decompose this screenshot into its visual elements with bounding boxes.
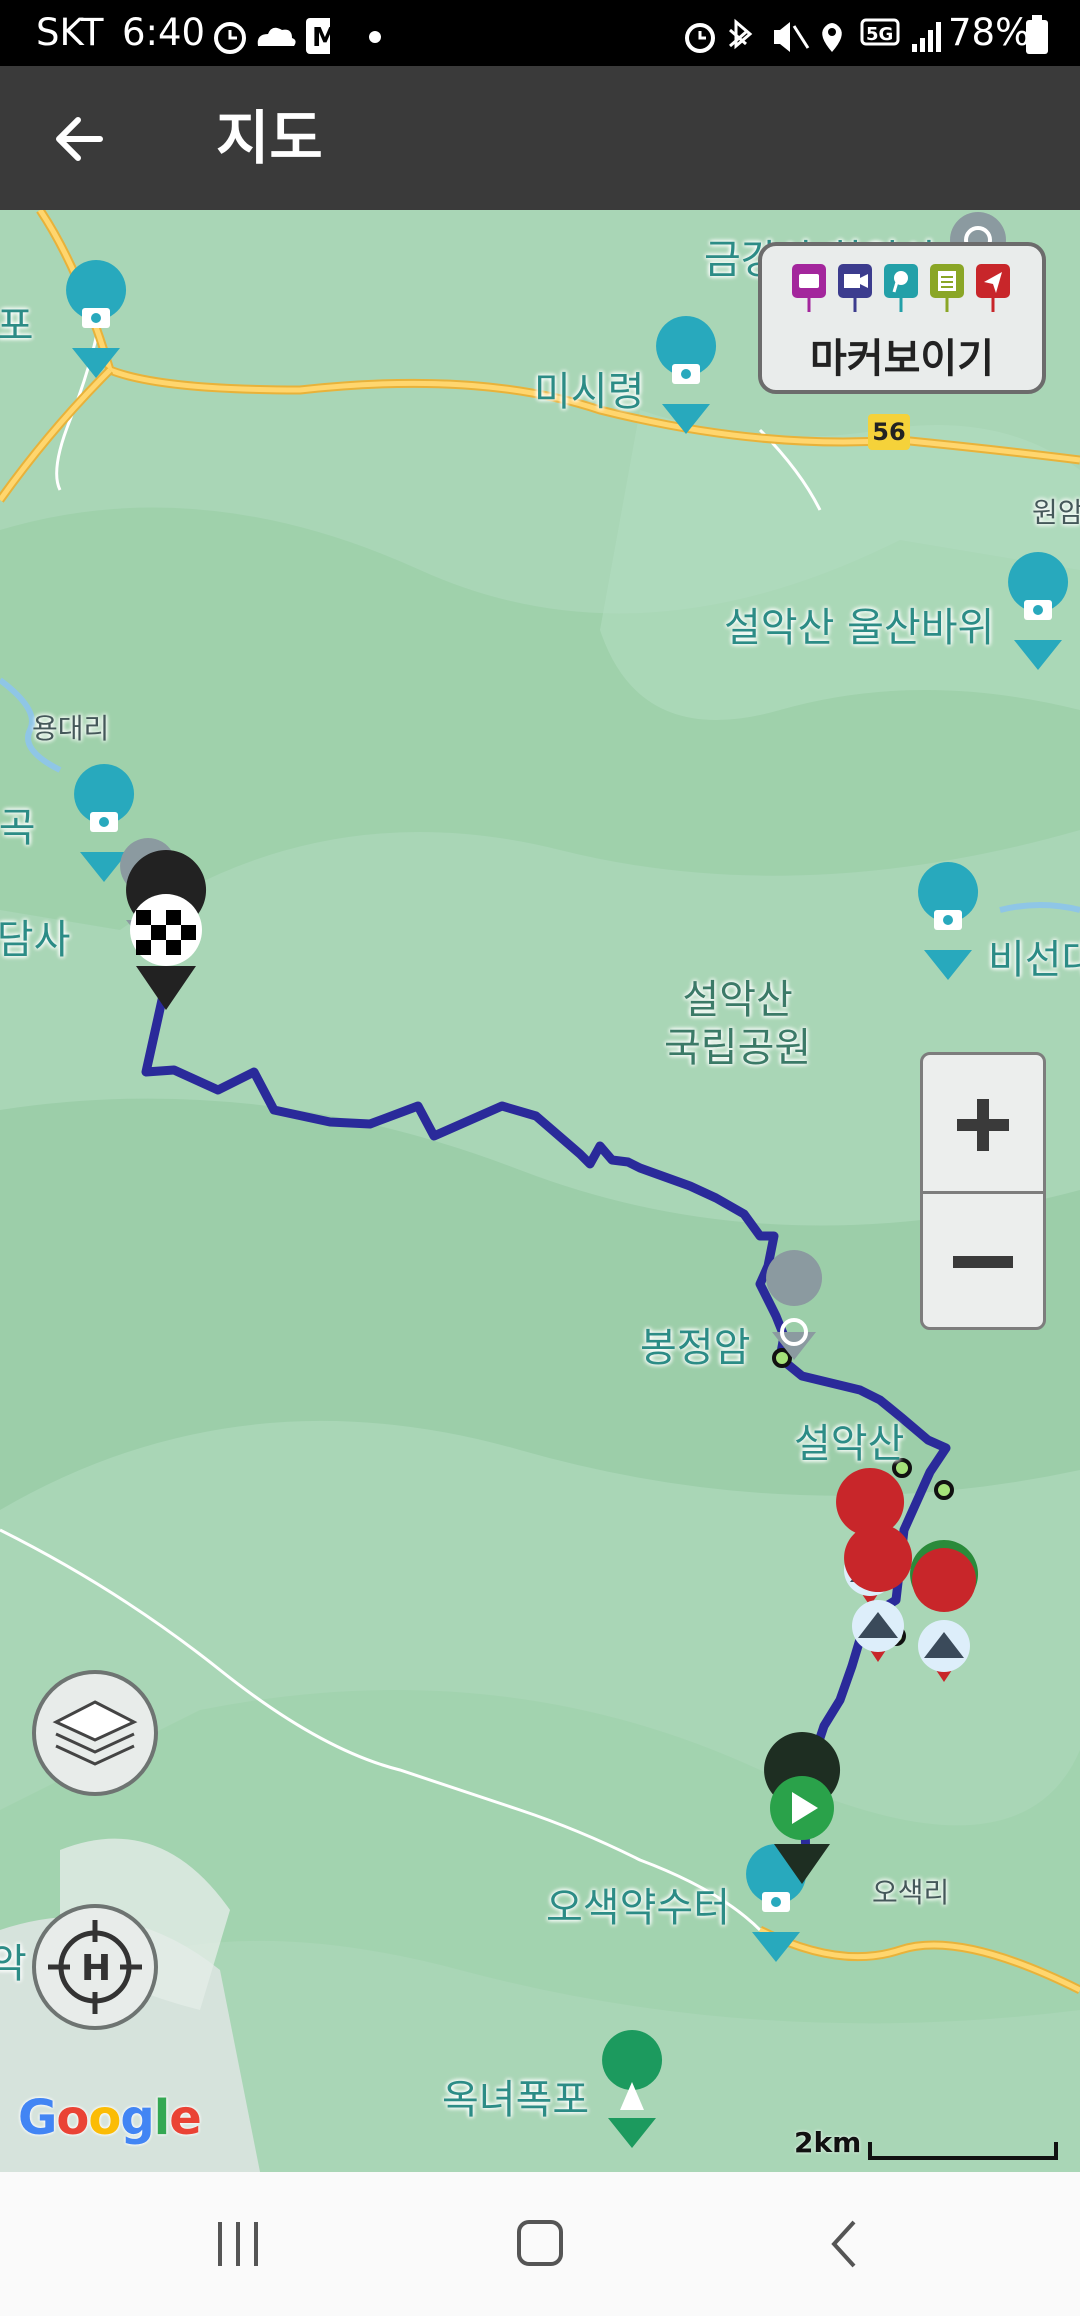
place-misiryeong: 미시령 (534, 369, 645, 415)
marker-type-icons (792, 264, 1010, 312)
clock: 6:40 (122, 11, 206, 54)
pin-icon (884, 264, 918, 312)
back-button[interactable] (40, 102, 130, 176)
arrow-left-icon (56, 117, 103, 161)
note-icon (930, 264, 964, 312)
place-ulsanbawi: 설악산 울산바위 (724, 605, 995, 651)
recent-apps-icon (218, 2222, 258, 2266)
google-logo: Google (18, 2090, 202, 2146)
scale-label: 2km (794, 2126, 862, 2159)
app-bar: 지도 (0, 66, 1080, 210)
page-title: 지도 (216, 104, 323, 172)
status-left-icons: M (214, 18, 330, 54)
road-shield-56: 56 (868, 414, 910, 450)
show-markers-button[interactable]: 마커보이기 (758, 242, 1046, 394)
svg-text:M: M (312, 23, 330, 53)
place-bisun: 비선대 (988, 937, 1080, 983)
svg-text:5G: 5G (866, 24, 893, 45)
system-nav-bar (0, 2172, 1080, 2316)
place-wonam: 원암 (1032, 496, 1080, 529)
plus-icon (957, 1099, 1009, 1151)
home-button[interactable] (480, 2192, 600, 2296)
status-right-icons: 5G (685, 18, 941, 53)
waypoint-dot[interactable] (934, 1480, 954, 1500)
zoom-in-button[interactable] (923, 1055, 1043, 1194)
arrow-icon (976, 264, 1010, 312)
zoom-out-button[interactable] (923, 1194, 1043, 1330)
place-gyegok: 계곡 (0, 805, 36, 851)
map-view[interactable]: 56 금강사 화암사 미시령 원암 설악산 울산바위 폭포 용대리 계곡 백담사… (0, 210, 1080, 2172)
carrier-label: SKT (36, 11, 104, 54)
place-osaek-yaksu: 오색약수터 (546, 1885, 730, 1931)
show-markers-label: 마커보이기 (810, 336, 994, 382)
dot-icon (369, 31, 381, 43)
place-pokpo-left: 폭포 (0, 303, 34, 349)
place-national-park: 설악산 국립공원 (664, 977, 812, 1071)
minus-icon (953, 1256, 1013, 1268)
battery-percent: 78% (948, 11, 1031, 54)
place-osaekri: 오색리 (872, 1876, 950, 1909)
back-icon (831, 2220, 856, 2268)
place-yongdae: 용대리 (32, 712, 110, 745)
recent-apps-button[interactable] (178, 2192, 298, 2296)
camera-icon (792, 264, 826, 312)
map-layers-button[interactable] (32, 1670, 158, 1796)
place-left-cut: 악 (0, 1941, 27, 1987)
waypoint-dot[interactable] (772, 1348, 792, 1368)
zoom-controls (920, 1052, 1046, 1330)
battery-icon (1026, 15, 1048, 54)
video-icon (838, 264, 872, 312)
place-bongjeongam: 봉정암 (640, 1325, 751, 1371)
home-icon (517, 2220, 563, 2266)
my-location-button[interactable]: H (32, 1904, 158, 2030)
layers-icon (52, 1700, 138, 1766)
crosshair-home-icon: H (48, 1920, 142, 2014)
system-back-button[interactable] (784, 2192, 904, 2296)
svg-text:H: H (81, 1948, 111, 1989)
place-onyeo: 옥녀폭포 (442, 2077, 590, 2123)
place-seorak-peak: 설악산 (794, 1421, 905, 1467)
place-baekdamsa: 백담사 (0, 917, 71, 963)
status-bar: SKT 6:40 M 5G 78% (0, 0, 1080, 66)
